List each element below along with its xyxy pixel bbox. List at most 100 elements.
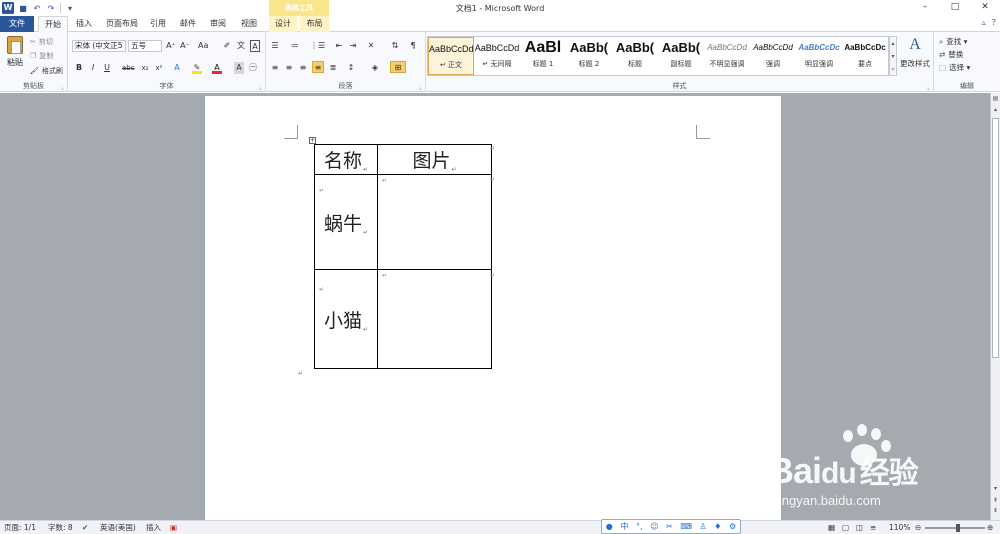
sort-icon[interactable]: ⇅ [390, 40, 400, 52]
scrollbar-thumb[interactable] [992, 118, 999, 358]
tab-insert[interactable]: 插入 [72, 16, 96, 32]
align-right-icon[interactable]: ≡ [298, 62, 308, 74]
select-button[interactable]: ⬚ 选择 ▾ [939, 62, 970, 73]
highlight-icon[interactable]: ✎ [192, 62, 202, 74]
strikethrough-button[interactable]: abc [122, 62, 135, 74]
italic-button[interactable]: I [88, 62, 98, 74]
ime-toolbar[interactable]: ● 中 °, ☺ ✂ ⌨ ♙ ♦ ⚙ [601, 519, 741, 534]
minimize-ribbon-icon[interactable]: ▵ [982, 18, 986, 27]
character-shading-icon[interactable]: A [234, 62, 244, 74]
dialog-launcher-icon[interactable]: ⌞ [419, 84, 422, 91]
text-effects-icon[interactable]: A [172, 62, 182, 74]
style-item[interactable]: AaBbCcDd ↵ 正文 [428, 37, 474, 75]
proofing-icon[interactable]: ✔ [82, 522, 88, 534]
find-button[interactable]: ⌕ 查找 ▾ [939, 36, 967, 47]
ime-keyboard-icon[interactable]: ⌨ [680, 522, 692, 531]
table-cell[interactable]: 名称↵ [314, 144, 378, 175]
distributed-icon[interactable]: ≣ [328, 62, 338, 74]
tab-file[interactable]: 文件 [0, 16, 34, 32]
document-table[interactable]: 名称↵ 图片↵ ↵ 蜗牛↵ ↵ ↵ 小猫↵ ↵ [314, 144, 492, 369]
tab-review[interactable]: 审阅 [206, 16, 230, 32]
maximize-button[interactable]: □ [940, 0, 970, 16]
tab-references[interactable]: 引用 [146, 16, 170, 32]
tab-design[interactable]: 设计 [269, 16, 297, 32]
style-item[interactable]: AaBb(标题 [612, 37, 658, 75]
close-button[interactable]: ✕ [970, 0, 1000, 16]
zoom-slider-knob[interactable] [956, 524, 960, 532]
next-page-icon[interactable]: ⇟ [991, 507, 1000, 514]
subscript-button[interactable]: x₂ [140, 62, 150, 74]
scroll-down-icon[interactable]: ▾ [991, 485, 1000, 492]
table-cell[interactable]: 图片↵ [377, 144, 492, 175]
ime-skin-icon[interactable]: ♦ [714, 522, 721, 531]
style-item[interactable]: AaBbCcDd 强调 [750, 37, 796, 75]
ruler-toggle-icon[interactable]: ▤ [991, 95, 1000, 102]
language-indicator[interactable]: 英语(美国) [100, 522, 136, 534]
paste-button[interactable]: 粘贴 [4, 36, 26, 68]
cut-button[interactable]: ✂ 剪切 [30, 37, 53, 47]
ime-punctuation-icon[interactable]: °, [636, 522, 643, 531]
vertical-scrollbar[interactable]: ▤ ▴ ▾ ⇞ ⇟ [990, 93, 1000, 520]
copy-button[interactable]: ❐ 复制 [30, 51, 53, 61]
word-count[interactable]: 字数: 8 [48, 522, 73, 534]
zoom-slider-track[interactable] [925, 527, 985, 529]
ime-settings-icon[interactable]: ⚙ [729, 522, 736, 531]
phonetic-guide-button[interactable]: 文 [236, 40, 246, 52]
ime-language[interactable]: 中 [620, 521, 628, 532]
shading-icon[interactable]: ◈ [370, 62, 380, 74]
ime-emoji-icon[interactable]: ☺ [650, 522, 658, 531]
style-item[interactable]: AaBb(副标题 [658, 37, 704, 75]
bold-button[interactable]: B [74, 62, 84, 74]
table-cell[interactable]: ↵ [377, 269, 492, 369]
style-item[interactable]: AaBbCcDc 要点 [842, 37, 888, 75]
scroll-up-icon[interactable]: ▴ [991, 106, 1000, 113]
multilevel-list-icon[interactable]: ⋮☰ [310, 40, 325, 52]
table-cell[interactable]: ↵ [377, 174, 492, 270]
style-item[interactable]: AaBb(标题 2 [566, 37, 612, 75]
font-color-icon[interactable]: A [212, 62, 222, 74]
justify-icon[interactable]: ≡ [312, 61, 324, 73]
tab-layout[interactable]: 布局 [300, 16, 329, 32]
ime-logo-icon[interactable]: ● [606, 522, 613, 531]
table-cell[interactable]: ↵ 小猫↵ [314, 269, 378, 369]
show-marks-icon[interactable]: ¶ [408, 40, 418, 52]
zoom-level[interactable]: 110% [889, 522, 910, 534]
shrink-font-button[interactable]: A⁻ [180, 40, 190, 52]
dialog-launcher-icon[interactable]: ⌞ [927, 84, 930, 91]
ime-tools-icon[interactable]: ✂ [666, 522, 673, 531]
underline-button[interactable]: U [102, 62, 112, 74]
prev-page-icon[interactable]: ⇞ [991, 497, 1000, 504]
clear-format-button[interactable]: ✐ [222, 40, 232, 52]
document-page[interactable]: + 名称↵ 图片↵ ↵ 蜗牛↵ ↵ ↵ 小猫↵ ↵ ↵ ↵ ↵ ↵ [212, 96, 781, 520]
ime-user-icon[interactable]: ♙ [699, 522, 706, 531]
borders-icon[interactable]: ⊞ [390, 61, 406, 73]
tab-view[interactable]: 视图 [236, 16, 262, 32]
decrease-indent-icon[interactable]: ⇤ [334, 40, 344, 52]
chinese-layout-icon[interactable]: ✕ [366, 40, 376, 52]
align-left-icon[interactable]: ≡ [270, 62, 280, 74]
style-item[interactable]: AaBbCcDd 不明显强调 [704, 37, 750, 75]
tab-home[interactable]: 开始 [38, 16, 68, 33]
line-spacing-icon[interactable]: ↕ [346, 62, 356, 74]
table-move-handle-icon[interactable]: + [309, 137, 316, 144]
font-name-select[interactable]: 宋体 (中文正5 [72, 40, 126, 52]
font-size-select[interactable]: 五号 [128, 40, 162, 52]
tab-page-layout[interactable]: 页面布局 [102, 16, 142, 32]
styles-gallery-scroll[interactable]: ▴ ▾ ▿ [889, 36, 897, 76]
character-border-button[interactable]: A [250, 40, 260, 52]
help-icon[interactable]: ? [992, 18, 996, 27]
dialog-launcher-icon[interactable]: ⌞ [259, 84, 262, 91]
full-screen-view-icon[interactable]: ▢ [842, 522, 849, 534]
grow-font-button[interactable]: A⁺ [166, 40, 176, 52]
table-cell[interactable]: ↵ 蜗牛↵ [314, 174, 378, 270]
style-item[interactable]: AaBl 标题 1 [520, 37, 566, 75]
page-count[interactable]: 页面: 1/1 [4, 522, 36, 534]
print-layout-view-icon[interactable]: ▦ [828, 522, 835, 534]
change-styles-button[interactable]: A 更改样式 [898, 36, 932, 69]
superscript-button[interactable]: x² [154, 62, 164, 74]
numbering-icon[interactable]: ≔ [290, 40, 300, 52]
enclose-characters-icon[interactable]: ㊀ [248, 62, 258, 74]
zoom-out-icon[interactable]: ⊖ [915, 522, 921, 534]
bullets-icon[interactable]: ☰ [270, 40, 280, 52]
minimize-button[interactable]: – [910, 0, 940, 16]
